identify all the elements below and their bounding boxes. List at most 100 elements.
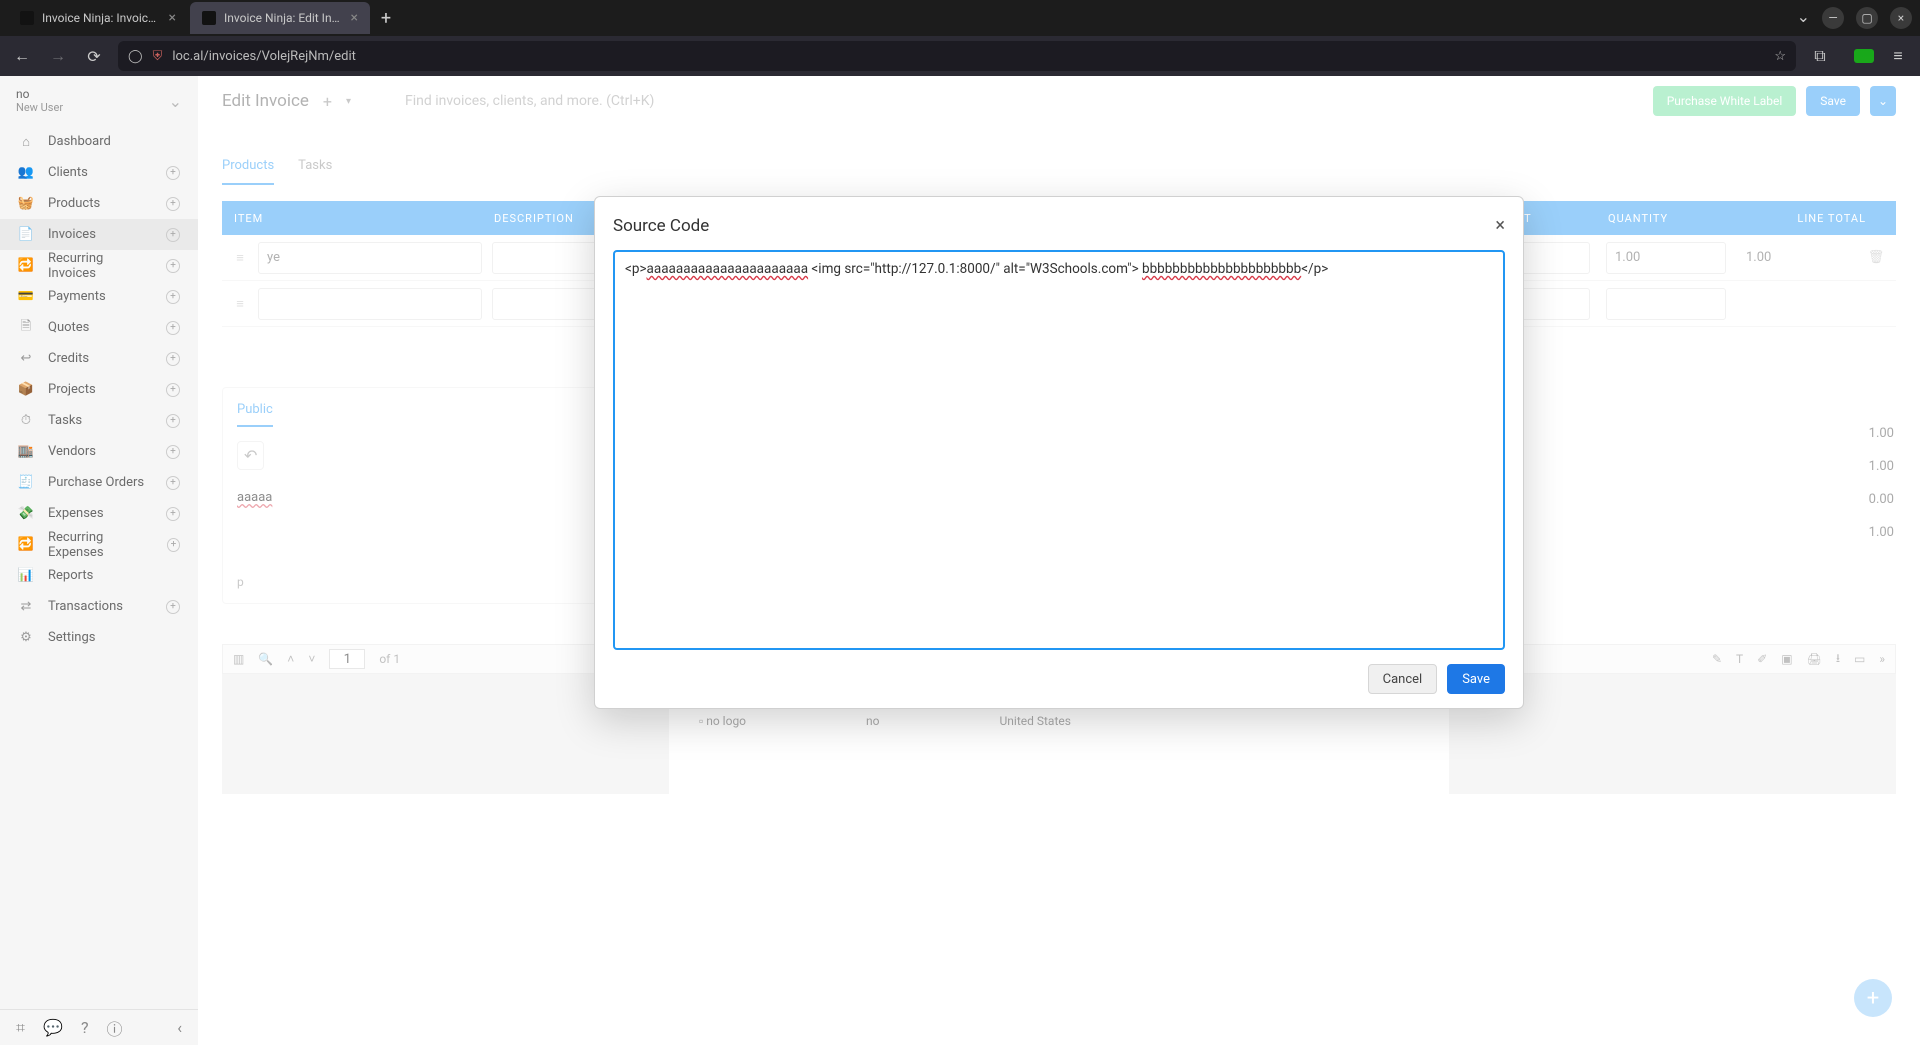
url-input[interactable]: ◯ ⛨ loc.al/invoices/VolejRejNm/edit ☆ (118, 41, 1796, 71)
add-icon[interactable]: + (166, 383, 180, 397)
add-icon[interactable]: + (166, 228, 180, 242)
sidebar-item-transactions[interactable]: ⇄ Transactions + (0, 591, 198, 622)
sidebar-item-expenses[interactable]: 💸 Expenses + (0, 498, 198, 529)
user-subtitle: New User (16, 102, 63, 114)
reload-icon[interactable]: ⟳ (82, 47, 106, 66)
add-icon[interactable]: + (166, 414, 180, 428)
minimize-icon[interactable]: ― (1822, 7, 1844, 29)
window-close-icon[interactable]: × (1890, 7, 1912, 29)
sidebar-item-label: Transactions (48, 599, 123, 614)
maximize-icon[interactable]: ▢ (1856, 7, 1878, 29)
sidebar-item-label: Reports (48, 568, 93, 583)
back-icon[interactable]: ← (10, 46, 34, 66)
sidebar-item-recurring-expenses[interactable]: 🔁 Recurring Expenses + (0, 529, 198, 560)
sidebar-item-clients[interactable]: 👥 Clients + (0, 157, 198, 188)
sidebar-item-label: Purchase Orders (48, 475, 144, 490)
products-icon: 🧺 (18, 196, 34, 211)
modal-title: Source Code (613, 216, 709, 236)
profile-badge[interactable] (1854, 49, 1874, 63)
sidebar-item-quotes[interactable]: 🗎 Quotes + (0, 312, 198, 343)
tab-title: Invoice Ninja: Edit Invoic (224, 11, 343, 25)
chat-icon[interactable]: 💬 (43, 1018, 63, 1037)
code-text: aaaaaaaaaaaaaaaaaaaaaa (647, 261, 809, 277)
modal-cancel-button[interactable]: Cancel (1368, 664, 1438, 694)
collapse-sidebar-icon[interactable]: ‹ (177, 1018, 182, 1037)
sidebar-item-label: Vendors (48, 444, 96, 459)
add-icon[interactable]: + (166, 290, 180, 304)
add-icon[interactable]: + (166, 197, 180, 211)
add-icon[interactable]: + (166, 600, 180, 614)
recurring-invoices-icon: 🔁 (18, 258, 34, 273)
clients-icon: 👥 (18, 165, 34, 180)
sidebar-item-tasks[interactable]: ⏱ Tasks + (0, 405, 198, 436)
sidebar-item-credits[interactable]: ↩ Credits + (0, 343, 198, 374)
forward-icon[interactable]: → (46, 46, 70, 66)
extensions-icon[interactable]: ⧉ (1808, 46, 1832, 66)
add-icon[interactable]: + (166, 352, 180, 366)
modal-save-button[interactable]: Save (1447, 664, 1505, 694)
content: Edit Invoice + ▾ Find invoices, clients,… (198, 76, 1920, 1045)
bookmark-icon[interactable]: ☆ (1774, 49, 1786, 64)
sidebar-item-label: Dashboard (48, 134, 111, 149)
user-switcher[interactable]: no New User ⌄ (0, 76, 198, 126)
sidebar-item-label: Clients (48, 165, 88, 180)
close-icon[interactable]: × (351, 10, 358, 26)
code-text: bbbbbbbbbbbbbbbbbbbbb (1142, 261, 1301, 277)
help-icon[interactable]: ? (81, 1018, 89, 1037)
url-text: loc.al/invoices/VolejRejNm/edit (172, 49, 356, 64)
hamburger-icon[interactable]: ≡ (1886, 46, 1910, 66)
sidebar-item-invoices[interactable]: 📄Invoices+ (0, 219, 198, 250)
sidebar-item-label: Recurring Invoices (48, 251, 152, 281)
sidebar-item-purchase-orders[interactable]: 🧾Purchase Orders+ (0, 467, 198, 498)
sidebar: no New User ⌄ ⌂Dashboard👥Clients+🧺Produc… (0, 76, 198, 1045)
browser-tab-active[interactable]: Invoice Ninja: Edit Invoic × (190, 2, 370, 34)
dashboard-icon: ⌂ (18, 134, 34, 150)
source-code-modal: Source Code × <p>aaaaaaaaaaaaaaaaaaaaaa … (594, 196, 1524, 709)
add-icon[interactable]: + (166, 259, 180, 273)
credits-icon: ↩ (18, 351, 34, 366)
add-icon[interactable]: + (166, 476, 180, 490)
sidebar-item-label: Tasks (48, 413, 82, 428)
expenses-icon: 💸 (18, 506, 34, 521)
slack-icon[interactable]: ⌗ (16, 1018, 25, 1038)
sidebar-item-label: Payments (48, 289, 106, 304)
new-tab-button[interactable]: + (372, 8, 400, 29)
add-icon[interactable]: + (166, 321, 180, 335)
sidebar-item-label: Settings (48, 630, 95, 645)
quotes-icon: 🗎 (18, 317, 34, 339)
address-bar: ← → ⟳ ◯ ⛨ loc.al/invoices/VolejRejNm/edi… (0, 36, 1920, 76)
sidebar-item-dashboard[interactable]: ⌂ Dashboard (0, 126, 198, 157)
sidebar-item-label: Quotes (48, 320, 89, 335)
sidebar-item-payments[interactable]: 💳 Payments + (0, 281, 198, 312)
settings-icon: ⚙ (18, 630, 34, 645)
sidebar-item-settings[interactable]: ⚙ Settings (0, 622, 198, 653)
sidebar-item-label: Credits (48, 351, 89, 366)
browser-tab-bar: Invoice Ninja: Invoice De × Invoice Ninj… (0, 0, 1920, 36)
sidebar-item-recurring-invoices[interactable]: 🔁 Recurring Invoices + (0, 250, 198, 281)
source-code-textarea[interactable]: <p>aaaaaaaaaaaaaaaaaaaaaa <img src="http… (613, 250, 1505, 650)
sidebar-item-label: Invoices (48, 227, 96, 242)
modal-backdrop[interactable]: Source Code × <p>aaaaaaaaaaaaaaaaaaaaaa … (198, 76, 1920, 1045)
tasks-icon: ⏱ (18, 413, 34, 428)
sidebar-item-products[interactable]: 🧺Products+ (0, 188, 198, 219)
add-icon[interactable]: + (166, 507, 180, 521)
sidebar-item-reports[interactable]: 📊Reports (0, 560, 198, 591)
sidebar-footer: ⌗ 💬 ? ⓘ ‹ (0, 1009, 198, 1045)
sidebar-item-label: Recurring Expenses (48, 530, 153, 560)
recurring-expenses-icon: 🔁 (18, 537, 34, 552)
transactions-icon: ⇄ (18, 599, 34, 614)
tabs-overview-icon[interactable]: ⌄ (1797, 7, 1810, 29)
add-icon[interactable]: + (167, 538, 180, 552)
shield-icon: ◯ (128, 49, 143, 64)
add-icon[interactable]: + (166, 166, 180, 180)
user-name: no (16, 88, 63, 101)
sidebar-item-label: Expenses (48, 506, 104, 521)
modal-close-icon[interactable]: × (1495, 215, 1505, 236)
add-icon[interactable]: + (166, 445, 180, 459)
browser-tab[interactable]: Invoice Ninja: Invoice De × (8, 2, 188, 34)
info-icon[interactable]: ⓘ (107, 1016, 123, 1040)
close-icon[interactable]: × (169, 10, 176, 26)
sidebar-item-projects[interactable]: 📦Projects+ (0, 374, 198, 405)
payments-icon: 💳 (18, 289, 34, 304)
sidebar-item-vendors[interactable]: 🏬Vendors+ (0, 436, 198, 467)
